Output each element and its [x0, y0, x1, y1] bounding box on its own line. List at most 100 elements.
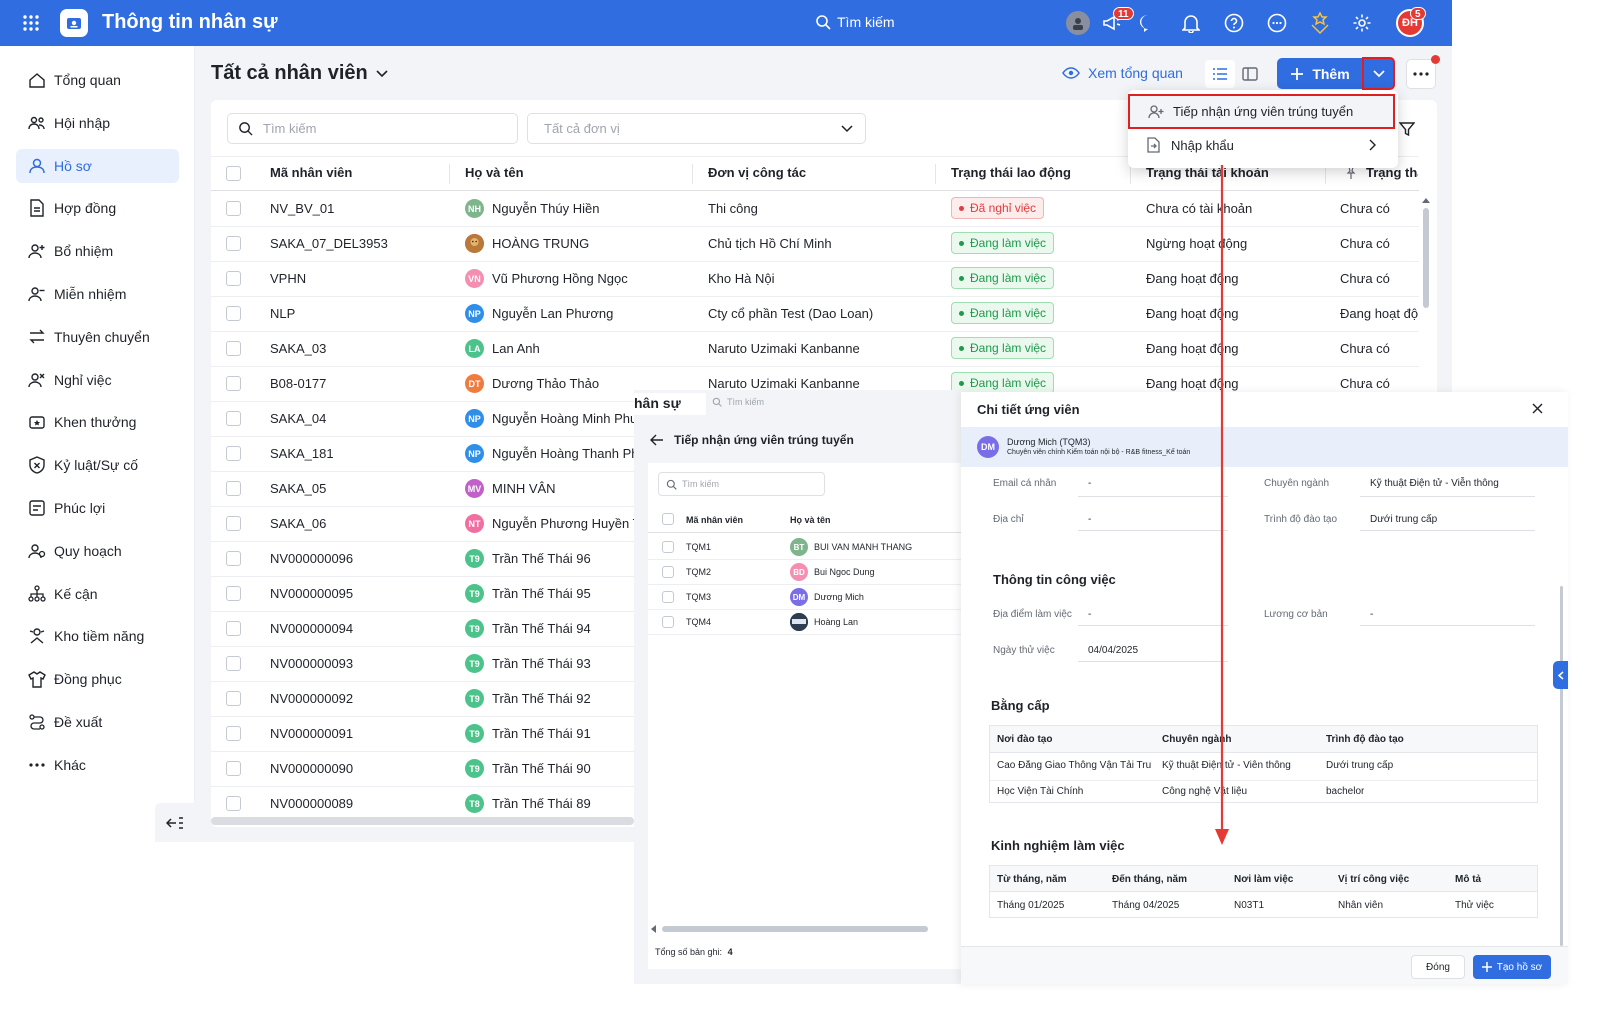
sidebar-item-2[interactable]: Hội nhập: [16, 106, 179, 140]
employee-name[interactable]: Trần Thế Thái 92: [492, 691, 591, 706]
sidebar-item-11[interactable]: Phúc lợi: [16, 491, 179, 525]
mid-row-checkbox[interactable]: [662, 541, 674, 553]
mid-top-search[interactable]: Tìm kiếm: [706, 393, 961, 411]
user-photo-avatar[interactable]: [1066, 11, 1090, 35]
row-checkbox[interactable]: [226, 481, 241, 496]
row-checkbox[interactable]: [226, 411, 241, 426]
back-arrow-icon[interactable]: [650, 434, 664, 446]
row-checkbox[interactable]: [226, 306, 241, 321]
create-profile-button[interactable]: Tạo hồ sơ: [1473, 955, 1551, 979]
employee-name[interactable]: Trần Thế Thái 90: [492, 761, 591, 776]
sidebar-item-12[interactable]: Quy hoạch: [16, 534, 179, 568]
row-checkbox[interactable]: [226, 726, 241, 741]
sidebar-item-6[interactable]: Miễn nhiệm: [16, 277, 179, 311]
help-icon[interactable]: [1223, 12, 1245, 34]
mid-scroll-left-icon[interactable]: [651, 925, 657, 933]
sidebar-item-5[interactable]: Bổ nhiệm: [16, 234, 179, 268]
employee-name[interactable]: Dương Thảo Thảo: [492, 376, 599, 391]
mid-select-all-checkbox[interactable]: [662, 513, 674, 525]
add-button[interactable]: Thêm: [1277, 58, 1363, 89]
side-expand-button[interactable]: [1553, 661, 1568, 689]
employee-name[interactable]: Trần Thế Thái 96: [492, 551, 591, 566]
sidebar-item-4[interactable]: Hợp đồng: [16, 191, 179, 225]
settings-icon[interactable]: [1351, 12, 1373, 34]
close-button[interactable]: Đóng: [1411, 955, 1465, 979]
row-checkbox[interactable]: [226, 586, 241, 601]
employee-name[interactable]: HOÀNG TRUNG: [492, 236, 589, 251]
row-checkbox[interactable]: [226, 376, 241, 391]
sidebar-item-15[interactable]: Đồng phục: [16, 662, 179, 696]
col-header-name[interactable]: Họ và tên: [465, 165, 524, 180]
employee-name[interactable]: Lan Anh: [492, 341, 540, 356]
col-header-unit[interactable]: Đơn vị công tác: [708, 165, 806, 180]
employee-name[interactable]: Nguyễn Thúy Hiền: [492, 201, 599, 216]
employee-name[interactable]: Nguyễn Hoàng Thanh Ph: [492, 446, 634, 461]
row-checkbox[interactable]: [226, 446, 241, 461]
mid-row-checkbox[interactable]: [662, 591, 674, 603]
mid-name[interactable]: Dương Mich: [814, 592, 864, 602]
add-options-dropdown-button[interactable]: [1362, 57, 1395, 90]
row-checkbox[interactable]: [226, 761, 241, 776]
employee-name[interactable]: MINH VÂN: [492, 481, 556, 496]
employee-name[interactable]: Nguyễn Hoàng Minh Phu: [492, 411, 634, 426]
employee-name[interactable]: Trần Thế Thái 89: [492, 796, 591, 811]
row-checkbox[interactable]: [226, 516, 241, 531]
sidebar-item-14[interactable]: Kho tiềm năng: [16, 619, 179, 653]
mid-name[interactable]: BUI VAN MANH THANG: [814, 542, 912, 552]
table-search-input[interactable]: Tìm kiếm: [227, 113, 518, 144]
mid-row-checkbox[interactable]: [662, 566, 674, 578]
pin-icon[interactable]: [1346, 166, 1356, 180]
employee-name[interactable]: Nguyễn Phương Huyền T: [492, 516, 634, 531]
row-checkbox[interactable]: [226, 236, 241, 251]
row-checkbox[interactable]: [226, 551, 241, 566]
row-checkbox[interactable]: [226, 796, 241, 811]
row-checkbox[interactable]: [226, 271, 241, 286]
modal-scrollbar[interactable]: [1560, 586, 1563, 946]
sidebar-item-9[interactable]: Khen thưởng: [16, 405, 179, 439]
sidebar-item-8[interactable]: Nghỉ việc: [16, 363, 179, 397]
scrollbar-thumb[interactable]: [1423, 208, 1429, 308]
row-checkbox[interactable]: [226, 201, 241, 216]
select-all-checkbox[interactable]: [226, 166, 241, 181]
employee-name[interactable]: Trần Thế Thái 95: [492, 586, 591, 601]
sidebar-item-1[interactable]: Tổng quan: [16, 63, 179, 97]
sidebar-item-10[interactable]: Kỷ luật/Sự cố: [16, 448, 179, 482]
mid-name[interactable]: Bui Ngoc Dung: [814, 567, 875, 577]
list-view-button[interactable]: [1205, 60, 1235, 88]
bell-icon[interactable]: [1180, 12, 1202, 34]
row-checkbox[interactable]: [226, 656, 241, 671]
sidebar-item-17[interactable]: Khác: [16, 748, 179, 782]
sidebar-item-3[interactable]: Hồ sơ: [16, 148, 179, 183]
row-checkbox[interactable]: [226, 621, 241, 636]
table-horizontal-scrollbar[interactable]: [211, 817, 634, 825]
split-view-button[interactable]: [1235, 60, 1265, 88]
page-title-dropdown[interactable]: Tất cả nhân viên: [211, 62, 388, 85]
row-checkbox[interactable]: [226, 341, 241, 356]
employee-name[interactable]: Trần Thế Thái 94: [492, 621, 591, 636]
employee-name[interactable]: Trần Thế Thái 93: [492, 656, 591, 671]
sidebar-item-7[interactable]: Thuyên chuyển: [16, 320, 179, 354]
employee-name[interactable]: Trần Thế Thái 91: [492, 726, 591, 741]
col-header-status[interactable]: Trạng thái lao động: [951, 165, 1071, 180]
global-search[interactable]: Tìm kiếm: [815, 14, 895, 30]
unit-select[interactable]: Tất cả đơn vị: [527, 113, 866, 144]
mid-name[interactable]: Hoàng Lan: [814, 617, 858, 627]
mid-search-input[interactable]: Tìm kiếm: [658, 472, 825, 496]
menu-item-import[interactable]: Nhập khẩu: [1128, 131, 1398, 159]
sidebar-item-16[interactable]: Đề xuất: [16, 705, 179, 739]
sidebar-item-13[interactable]: Kế cận: [16, 577, 179, 611]
collapse-sidebar-button[interactable]: [155, 803, 195, 842]
employee-name[interactable]: Nguyễn Lan Phương: [492, 306, 613, 321]
reward-badge-icon[interactable]: [1308, 10, 1332, 36]
mid-horizontal-scrollbar[interactable]: [662, 926, 928, 932]
employee-name[interactable]: Vũ Phương Hồng Ngọc: [492, 271, 628, 286]
menu-item-receive-candidate[interactable]: Tiếp nhận ứng viên trúng tuyển: [1128, 94, 1395, 129]
overview-link[interactable]: Xem tổng quan: [1062, 65, 1183, 81]
apps-grid-icon[interactable]: [20, 12, 42, 34]
mid-row-checkbox[interactable]: [662, 616, 674, 628]
row-checkbox[interactable]: [226, 691, 241, 706]
more-circle-icon[interactable]: [1266, 12, 1288, 34]
col-header-code[interactable]: Mã nhân viên: [270, 165, 352, 180]
close-icon[interactable]: [1532, 403, 1543, 414]
chat-icon[interactable]: [1137, 12, 1159, 34]
